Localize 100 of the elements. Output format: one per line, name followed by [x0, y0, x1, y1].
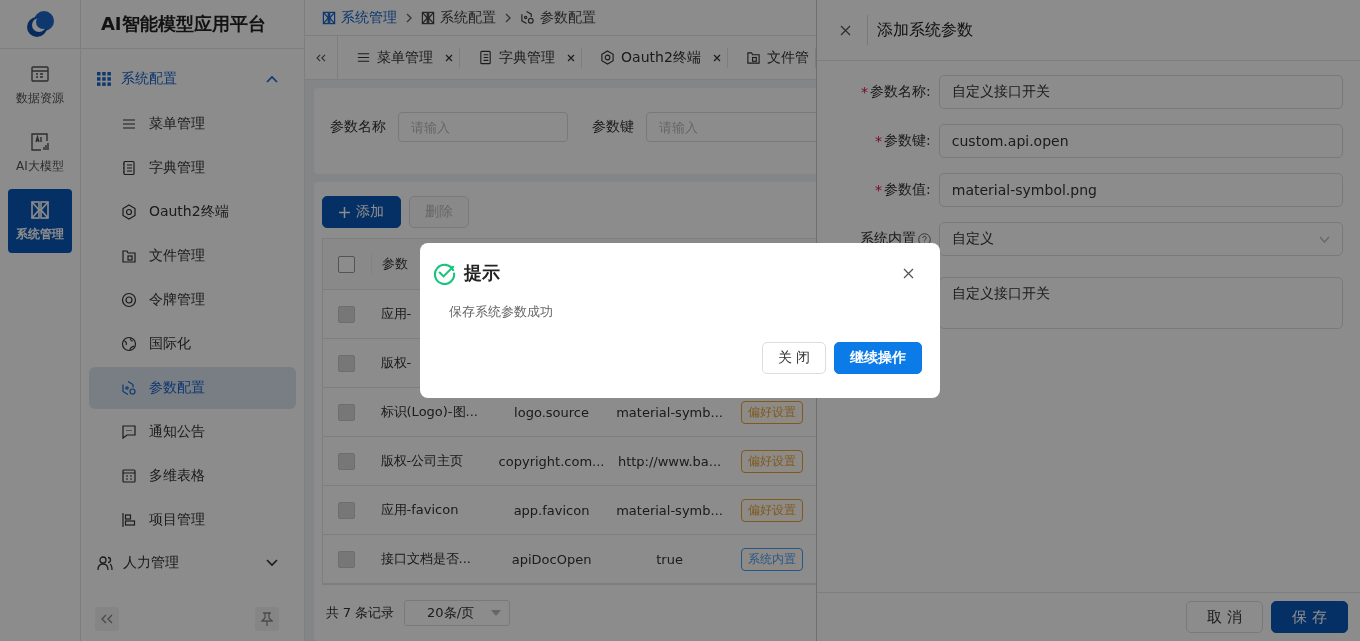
dialog-button[interactable]: 继续操作: [834, 342, 922, 374]
table-cell: apiDocOpen: [511, 551, 592, 567]
page-tab[interactable]: 字典管理: [460, 47, 583, 68]
menu-item-icon: [120, 468, 137, 484]
menu-item[interactable]: 文件管理: [88, 235, 296, 277]
menu-item[interactable]: 字典管理: [88, 147, 296, 189]
logo-icon: [24, 10, 55, 38]
double-chevron-left-icon: [315, 53, 326, 62]
tag: 偏好设置: [740, 498, 803, 522]
checkbox[interactable]: [338, 550, 356, 568]
table-cell: material-symb...: [616, 404, 723, 420]
table-cell: true: [656, 551, 683, 567]
menu-group[interactable]: 人力管理: [88, 541, 296, 585]
menu-item[interactable]: 项目管理: [88, 499, 296, 541]
checkbox[interactable]: [338, 403, 356, 421]
tag: 偏好设置: [740, 449, 803, 473]
close-icon[interactable]: [903, 267, 914, 279]
table-cell: material-symb...: [616, 502, 723, 518]
menu-item[interactable]: 菜单管理: [88, 103, 296, 145]
field-label: 参数键:: [884, 132, 931, 150]
chevron-down-icon: [1319, 235, 1330, 243]
ai-chip-icon: [29, 131, 50, 152]
checkbox[interactable]: [338, 305, 356, 323]
table-cell: http://www.ba...: [617, 453, 722, 469]
rail-item[interactable]: AI大模型: [7, 121, 72, 185]
breadcrumb-item[interactable]: 系统配置: [420, 8, 496, 27]
page-tab[interactable]: Oauth2终端: [582, 47, 728, 68]
table-cell: 应用-favicon: [380, 502, 459, 517]
close-icon[interactable]: [567, 53, 576, 62]
tab-icon: [745, 50, 761, 65]
input-field[interactable]: custom.api.open: [938, 124, 1343, 158]
search-label: 参数键: [591, 118, 634, 136]
dialog-message: 保存系统参数成功: [449, 303, 554, 321]
pin-button[interactable]: [254, 607, 279, 631]
checkbox[interactable]: [338, 452, 356, 470]
tab-icon: [478, 50, 494, 65]
caret-down-icon: [491, 610, 502, 616]
required-mark: *: [875, 133, 883, 149]
menu-item[interactable]: 多维表格: [88, 455, 296, 497]
table-icon: [29, 63, 50, 84]
tab-icon: [600, 50, 616, 65]
table-cell: 版权-: [380, 355, 412, 370]
select-field[interactable]: 自定义: [938, 222, 1343, 256]
breadcrumb-separator: [503, 12, 512, 23]
search-label: 参数名称: [329, 118, 386, 136]
chevron-up-icon: [265, 75, 278, 83]
rail-item[interactable]: 系统管理: [7, 189, 72, 253]
breadcrumb-item[interactable]: 系统管理: [321, 8, 397, 27]
input-field[interactable]: material-symbol.png: [938, 173, 1343, 207]
menu-item[interactable]: 令牌管理: [88, 279, 296, 321]
dialog-button[interactable]: 关 闭: [761, 342, 826, 374]
required-mark: *: [875, 182, 883, 198]
table-cell: 应用-: [380, 306, 412, 321]
breadcrumb-separator: [404, 12, 413, 23]
menu-item-icon: [120, 336, 137, 352]
menu-item-icon: [120, 160, 137, 176]
table-cell: 接口文档是否...: [380, 551, 471, 566]
chevron-down-icon: [265, 559, 278, 567]
table-cell: logo.source: [514, 404, 589, 420]
menu-item[interactable]: Oauth2终端: [88, 191, 296, 233]
page-size-select[interactable]: 20条/页: [404, 600, 511, 626]
add-button[interactable]: 添加: [321, 196, 401, 228]
record-count: 共 7 条记录: [325, 604, 395, 622]
checkbox[interactable]: [338, 501, 356, 519]
menu-item[interactable]: 国际化: [88, 323, 296, 365]
double-chevron-left-icon: [100, 614, 113, 624]
required-mark: *: [861, 84, 869, 100]
collapse-button[interactable]: [94, 607, 119, 631]
close-icon[interactable]: [839, 24, 851, 36]
drawer-button[interactable]: 保 存: [1271, 601, 1348, 633]
menu-group[interactable]: 系统配置: [88, 57, 296, 101]
page-tab[interactable]: 菜单管理: [338, 47, 461, 68]
close-icon[interactable]: [712, 53, 721, 62]
grid-icon: [96, 72, 111, 86]
checkbox[interactable]: [338, 354, 356, 372]
menu-item[interactable]: 通知公告: [88, 411, 296, 453]
menu-item-icon: [120, 248, 137, 264]
tag: 偏好设置: [740, 400, 803, 424]
menu-item[interactable]: 参数配置: [88, 367, 296, 409]
grid-icon: [420, 10, 435, 25]
breadcrumb-item[interactable]: 参数配置: [519, 8, 596, 27]
menu-item-icon: [120, 204, 137, 220]
table-cell: 版权-公司主页: [380, 453, 464, 468]
field-label: 参数值:: [884, 181, 931, 199]
rail-item[interactable]: 数据资源: [7, 53, 72, 117]
page-tab[interactable]: 文件管: [727, 47, 816, 68]
checkbox[interactable]: [338, 255, 356, 273]
menu-item-icon: [120, 424, 137, 440]
plus-icon: [338, 206, 350, 218]
app-title: AI智能模型应用平台: [100, 12, 266, 36]
close-icon[interactable]: [445, 53, 454, 62]
pin-icon: [260, 612, 273, 626]
tag: 系统内置: [740, 547, 803, 571]
drawer-button[interactable]: 取 消: [1186, 601, 1264, 633]
users-icon: [96, 555, 113, 571]
grid-icon: [29, 199, 50, 220]
drawer-title: 添加系统参数: [876, 19, 973, 41]
menu-item-icon: [120, 292, 137, 308]
menu-item-icon: [120, 116, 137, 132]
input-field[interactable]: 自定义接口开关: [938, 75, 1343, 109]
